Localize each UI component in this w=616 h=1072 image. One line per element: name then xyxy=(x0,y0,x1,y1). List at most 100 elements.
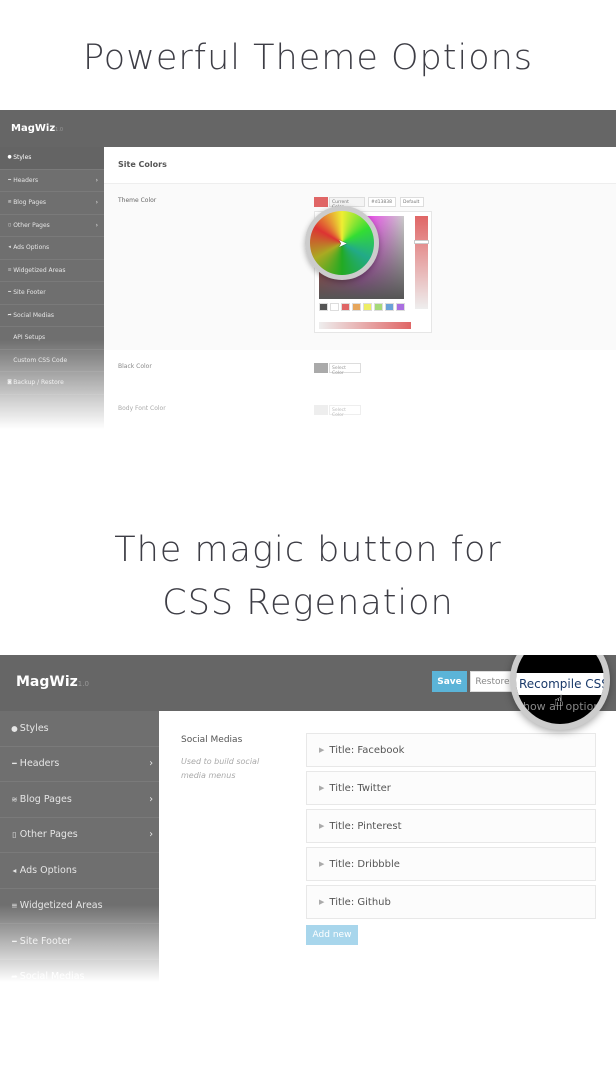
sidebar-item-label: Ads Options xyxy=(19,864,77,876)
accordion-title: Title: Github xyxy=(329,897,391,908)
sidebar-item-widgetized-areas[interactable]: ≡Widgetized Areas xyxy=(0,260,104,282)
opacity-slider[interactable] xyxy=(319,322,411,329)
sidebar-item-label: Headers xyxy=(19,758,60,770)
hand-cursor-icon: ☝ xyxy=(554,691,564,710)
heading-theme-options: Powerful Theme Options xyxy=(82,38,534,78)
chevron-right-icon: › xyxy=(149,793,153,805)
rss-icon: ≋ xyxy=(11,794,18,804)
hue-slider[interactable] xyxy=(414,216,429,309)
cursor-icon: ➤ xyxy=(338,237,348,250)
section-title: Site Colors xyxy=(104,147,616,184)
magnifier-lens: ➤ xyxy=(305,206,379,280)
drop-icon: ● xyxy=(11,723,18,733)
sidebar-item-ads-options[interactable]: ◂ Ads Options xyxy=(0,853,159,889)
accordion-item[interactable]: ▶ Title: Dribbble xyxy=(306,847,596,881)
sidebar-item-label: Site Footer xyxy=(13,289,46,297)
sidebar-item-label: Blog Pages xyxy=(19,793,72,805)
share-icon: ➦ xyxy=(7,312,12,318)
sidebar-item-site-footer[interactable]: ━Site Footer xyxy=(0,282,104,305)
caret-right-icon: ▶ xyxy=(319,784,325,792)
sidebar-item-label: Styles xyxy=(13,154,32,162)
accordion-item[interactable]: ▶ Title: Facebook xyxy=(306,733,596,767)
bullhorn-icon: ◂ xyxy=(12,865,17,875)
add-new-button[interactable]: Add new xyxy=(306,925,358,945)
accordion-title: Title: Pinterest xyxy=(329,821,402,832)
body-font-color-label: Body Font Color xyxy=(118,405,166,412)
sidebar-item-label: Other Pages xyxy=(13,221,50,229)
color-swatch[interactable] xyxy=(363,303,372,311)
chevron-right-icon: › xyxy=(95,199,98,207)
accordion-title: Title: Facebook xyxy=(329,745,405,756)
accordion-item[interactable]: ▶ Title: Twitter xyxy=(306,771,596,805)
black-color-swatch[interactable] xyxy=(314,363,328,373)
black-color-label: Black Color xyxy=(118,363,152,370)
drop-icon: ● xyxy=(7,155,12,161)
top-bar: MagWiz1.0 xyxy=(0,110,616,147)
body-font-color-swatch[interactable] xyxy=(314,405,328,415)
sidebar-item-blog-pages[interactable]: ≋ Blog Pages › xyxy=(0,782,159,818)
black-select-color-button[interactable]: Select Color xyxy=(329,363,361,376)
default-button[interactable]: Default xyxy=(400,197,424,207)
sidebar-item-label: Social Medias xyxy=(13,311,55,319)
file-icon: ▯ xyxy=(12,830,17,840)
sidebar-item-label: Widgetized Areas xyxy=(13,266,66,274)
list-icon: ≡ xyxy=(7,267,12,273)
sidebar-item-label: Ads Options xyxy=(13,244,50,252)
rss-icon: ≋ xyxy=(7,200,12,206)
minus-icon: ━ xyxy=(8,177,12,183)
caret-right-icon: ▶ xyxy=(319,822,325,830)
chevron-right-icon: › xyxy=(149,758,153,770)
sidebar-item-label: Headers xyxy=(13,176,39,184)
color-swatch[interactable] xyxy=(330,303,339,311)
chevron-right-icon: › xyxy=(95,176,98,184)
color-swatch[interactable] xyxy=(385,303,394,311)
heading-magic-button-line2: CSS Regenation xyxy=(162,583,454,623)
accordion-item[interactable]: ▶ Title: Pinterest xyxy=(306,809,596,843)
minus-icon: ━ xyxy=(12,759,17,769)
color-swatch[interactable] xyxy=(352,303,361,311)
recompile-css-screenshot: MagWiz1.0 Save Restore ● Styles ━ Headers › ≋… xyxy=(0,655,616,995)
fade-overlay xyxy=(0,340,104,445)
sidebar-item-styles[interactable]: ● Styles xyxy=(0,711,159,747)
sidebar-item-headers[interactable]: ━ Headers › xyxy=(0,170,104,192)
caret-right-icon: ▶ xyxy=(319,898,325,906)
hex-input[interactable]: #d13838 xyxy=(368,197,396,207)
body-select-color-button[interactable]: Select Color xyxy=(329,405,361,418)
accordion-title: Title: Twitter xyxy=(329,783,391,794)
minus-icon: ━ xyxy=(8,290,12,296)
sidebar-item-label: Blog Pages xyxy=(13,199,47,207)
section-title: Social Medias xyxy=(181,735,243,745)
logo: MagWiz1.0 xyxy=(11,123,64,134)
current-color-swatch[interactable] xyxy=(314,197,328,207)
theme-options-screenshot: MagWiz1.0 ● Styles ━ Headers › ≋ Blog Pages › ▯ O… xyxy=(0,110,616,445)
accordion-title: Title: Dribbble xyxy=(329,859,400,870)
logo: MagWiz1.0 xyxy=(16,674,89,690)
color-swatch[interactable] xyxy=(374,303,383,311)
sidebar-item-other-pages[interactable]: ▯ Other Pages › xyxy=(0,215,104,237)
swatches xyxy=(319,303,405,311)
restore-button[interactable]: Restore xyxy=(470,671,515,692)
caret-right-icon: ▶ xyxy=(319,746,325,754)
sidebar-item-label: Styles xyxy=(19,722,49,734)
accordion-item[interactable]: ▶ Title: Github xyxy=(306,885,596,919)
theme-color-label: Theme Color xyxy=(118,197,157,204)
sidebar-item-social-medias[interactable]: ➦Social Medias xyxy=(0,305,104,327)
color-swatch[interactable] xyxy=(396,303,405,311)
sidebar-item-headers[interactable]: ━ Headers › xyxy=(0,747,159,782)
file-icon: ▯ xyxy=(8,222,11,228)
bullhorn-icon: ◂ xyxy=(8,245,11,251)
heading-magic-button-line1: The magic button for xyxy=(114,530,502,570)
fade-overlay xyxy=(0,905,160,995)
color-swatch[interactable] xyxy=(319,303,328,311)
chevron-right-icon: › xyxy=(95,221,98,229)
save-button[interactable]: Save xyxy=(432,671,467,692)
sidebar-item-label: Other Pages xyxy=(19,829,78,841)
sidebar-item-styles[interactable]: ● Styles xyxy=(0,147,104,170)
sidebar-item-blog-pages[interactable]: ≋ Blog Pages › xyxy=(0,192,104,215)
caret-right-icon: ▶ xyxy=(319,860,325,868)
color-swatch[interactable] xyxy=(341,303,350,311)
sidebar-item-ads-options[interactable]: ◂ Ads Options xyxy=(0,237,104,260)
sidebar-item-other-pages[interactable]: ▯ Other Pages › xyxy=(0,818,159,853)
section-description: Used to build social media menus xyxy=(181,757,260,780)
chevron-right-icon: › xyxy=(149,829,153,841)
